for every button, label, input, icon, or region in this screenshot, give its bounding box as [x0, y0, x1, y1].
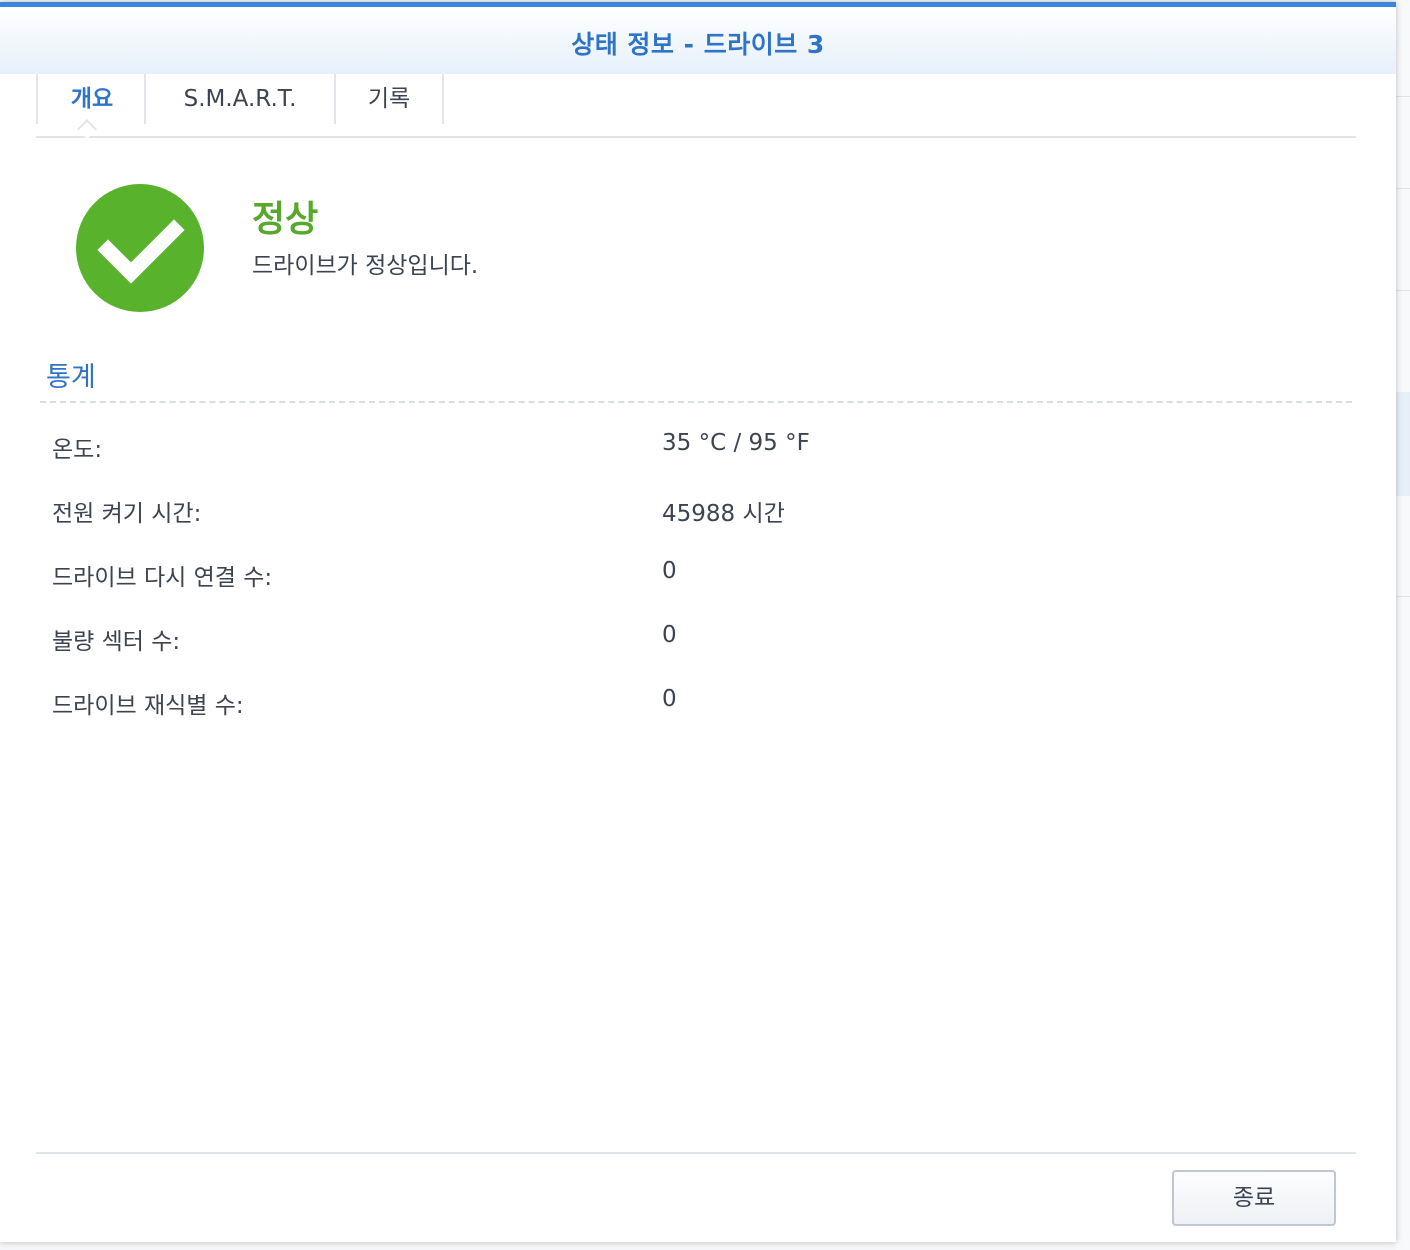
status-info-dialog: 상태 정보 - 드라이브 3 개요 S.M.A.R.T. 기록 정상 드라이브가… — [0, 2, 1396, 1242]
dialog-title: 상태 정보 - 드라이브 3 — [571, 30, 825, 59]
stat-label: 전원 켜기 시간: — [52, 501, 202, 527]
footer-divider — [36, 1152, 1356, 1154]
stat-label: 드라이브 다시 연결 수: — [52, 565, 273, 591]
background-selected-row — [1396, 392, 1410, 496]
stat-value: 0 — [662, 558, 677, 584]
status-description: 드라이브가 정상입니다. — [252, 253, 479, 279]
close-button[interactable]: 종료 — [1172, 1170, 1336, 1226]
stat-row-reconnect-count: 드라이브 다시 연결 수: 0 — [52, 558, 1342, 598]
stat-value: 0 — [662, 686, 677, 712]
check-circle-icon — [76, 184, 204, 312]
dialog-title-bar[interactable]: 상태 정보 - 드라이브 3 — [0, 2, 1396, 74]
stat-value: 35 °C / 95 °F — [662, 430, 810, 456]
stat-label: 온도: — [52, 437, 103, 463]
tab-label: 개요 — [70, 86, 114, 112]
section-divider — [40, 401, 1352, 403]
stat-row-bad-sector-count: 불량 섹터 수: 0 — [52, 622, 1342, 662]
stat-label: 드라이브 재식별 수: — [52, 693, 244, 719]
stat-row-power-on-hours: 전원 켜기 시간: 45988 시간 — [52, 494, 1342, 534]
background-divider — [1396, 96, 1410, 97]
tab-smart[interactable]: S.M.A.R.T. — [144, 74, 334, 124]
statistics-section-title: 통계 — [46, 362, 96, 393]
stat-value: 0 — [662, 622, 677, 648]
stat-label: 불량 섹터 수: — [52, 629, 181, 655]
background-divider — [1396, 596, 1410, 597]
tab-bar: 개요 S.M.A.R.T. 기록 — [36, 74, 1356, 139]
background-divider — [1396, 290, 1410, 291]
stat-row-temperature: 온도: 35 °C / 95 °F — [52, 430, 1342, 470]
status-title: 정상 — [252, 199, 319, 240]
tab-label: S.M.A.R.T. — [183, 86, 297, 112]
tab-overview[interactable]: 개요 — [36, 74, 146, 124]
stat-value: 45988 시간 — [662, 501, 785, 527]
tab-label: 기록 — [367, 86, 411, 112]
stat-row-reidentification-count: 드라이브 재식별 수: 0 — [52, 686, 1342, 726]
tab-history[interactable]: 기록 — [334, 74, 444, 124]
background-divider — [1396, 188, 1410, 189]
